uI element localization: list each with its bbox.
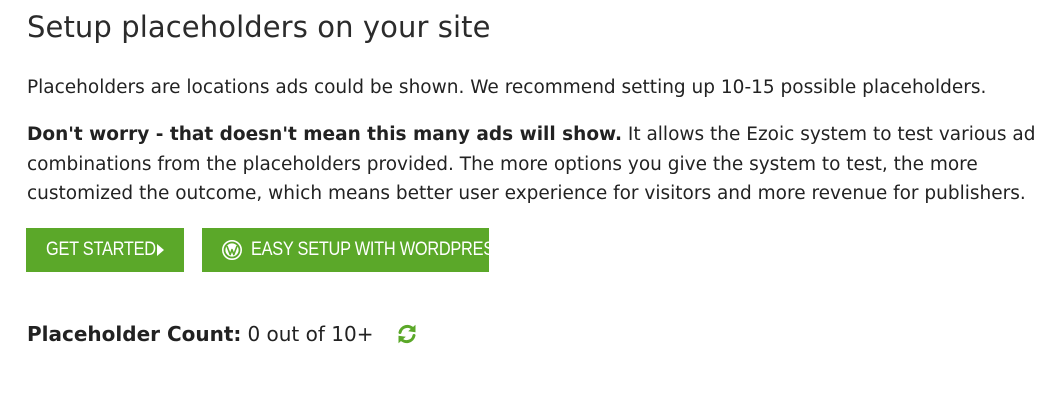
note-bold-text: Don't worry - that doesn't mean this man… (27, 124, 622, 145)
refresh-icon[interactable] (395, 322, 419, 346)
placeholder-count: Placeholder Count: 0 out of 10+ (27, 322, 419, 346)
get-started-label: GET STARTED (46, 239, 156, 260)
get-started-button[interactable]: GET STARTED (26, 228, 184, 272)
caret-right-icon (157, 244, 164, 256)
intro-text: Placeholders are locations ads could be … (27, 77, 987, 98)
page-title: Setup placeholders on your site (27, 10, 491, 44)
wordpress-icon (222, 240, 242, 260)
note-paragraph: Don't worry - that doesn't mean this man… (27, 120, 1057, 209)
wordpress-setup-button[interactable]: EASY SETUP WITH WORDPRESS (202, 228, 505, 272)
placeholder-count-value: 0 out of 10+ (247, 322, 374, 346)
wordpress-setup-label: EASY SETUP WITH WORDPRESS (251, 239, 505, 260)
placeholder-count-label: Placeholder Count: (27, 322, 242, 346)
